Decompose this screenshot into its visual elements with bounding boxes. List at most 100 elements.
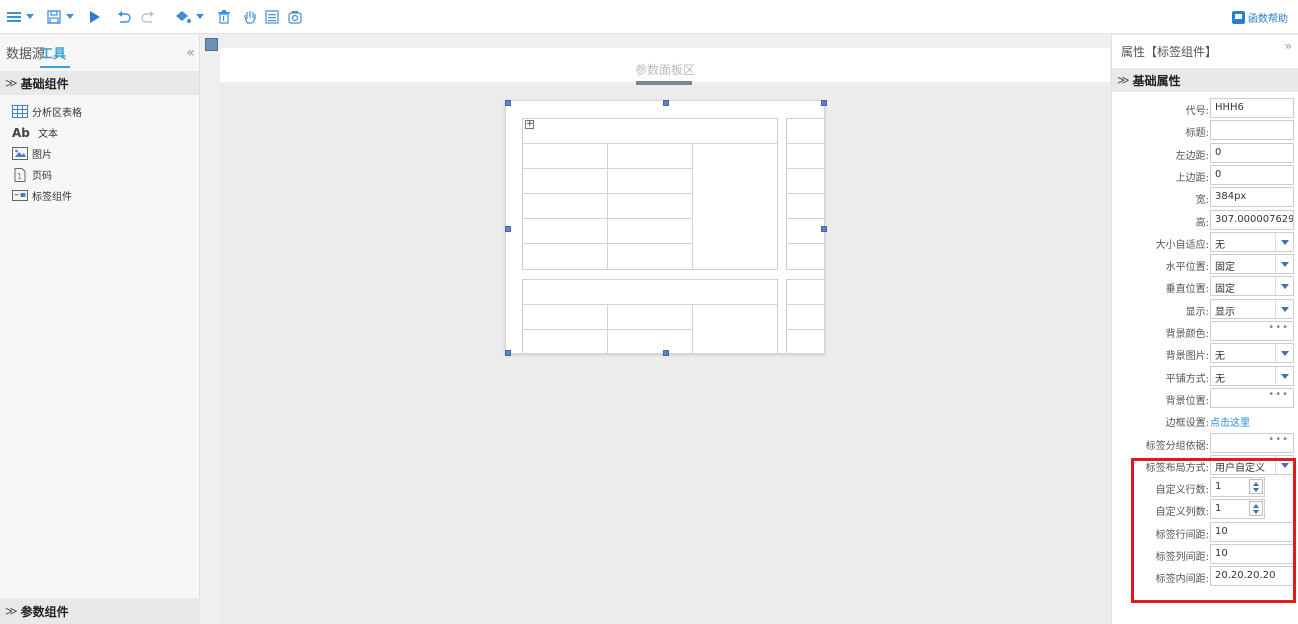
property-select[interactable]: 用户自定义 [1210, 454, 1294, 475]
param-components-header[interactable]: ≫ 参数组件 [0, 598, 200, 624]
redo-icon[interactable] [140, 9, 156, 25]
property-input[interactable] [1210, 120, 1294, 141]
tab-cell[interactable] [522, 279, 778, 353]
chevron-down-icon[interactable] [1275, 344, 1293, 363]
grid-line [522, 304, 778, 305]
svg-text:1: 1 [17, 172, 22, 181]
chevron-down-icon[interactable] [1275, 299, 1293, 318]
property-row: 左边距: 0 [1112, 142, 1298, 164]
property-value: 固定 [1215, 262, 1235, 274]
property-row: 上边距: 0 [1112, 164, 1298, 186]
resize-handle-top[interactable] [663, 100, 669, 106]
menu-icon[interactable] [6, 9, 22, 25]
component-page-number[interactable]: 1 页码 [0, 164, 199, 185]
property-picker[interactable]: ••• [1210, 432, 1294, 453]
active-tab-indicator [40, 66, 70, 68]
hand-icon[interactable] [242, 9, 258, 25]
property-picker[interactable]: ••• [1210, 387, 1294, 408]
tab-cell[interactable] [786, 279, 824, 353]
property-row: 平铺方式: 无 [1112, 365, 1298, 387]
property-input[interactable]: HHH6 [1210, 98, 1294, 118]
property-input[interactable]: 10 [1210, 544, 1294, 564]
grid-line [786, 304, 824, 305]
tab-cell[interactable] [786, 118, 824, 270]
resize-handle-right[interactable] [821, 226, 827, 232]
fill-icon[interactable] [174, 9, 192, 25]
run-icon[interactable] [86, 9, 102, 25]
property-row: 标签列间距: 10 [1112, 544, 1298, 565]
save-dropdown-caret[interactable] [66, 14, 74, 19]
collapse-right-icon[interactable]: » [1285, 39, 1292, 53]
help-icon [1232, 10, 1245, 24]
property-select[interactable]: 显示 [1210, 298, 1294, 319]
property-row: 大小自适应: 无 [1112, 231, 1298, 253]
chevron-down-icon[interactable] [1275, 255, 1293, 274]
resize-handle-top-right[interactable] [821, 100, 827, 106]
save-icon[interactable] [46, 9, 62, 25]
resize-handle-top-left[interactable] [505, 100, 511, 106]
basic-props-header[interactable]: ≫ 基础属性 [1112, 68, 1298, 92]
left-tabs: 数据源 工具 « [0, 35, 199, 71]
property-select[interactable]: 无 [1210, 231, 1294, 252]
resize-handle-bottom[interactable] [663, 350, 669, 356]
canvas-settings-icon[interactable] [205, 38, 218, 51]
tab-component-canvas[interactable]: + [505, 100, 825, 354]
property-spinner[interactable]: 1 [1210, 499, 1265, 520]
property-select[interactable]: 无 [1210, 343, 1294, 364]
property-value: 10 [1215, 525, 1228, 537]
property-select[interactable]: 无 [1210, 365, 1294, 386]
property-row: 标题: [1112, 120, 1298, 141]
property-value: 307.0000076293 [1215, 213, 1294, 225]
property-picker[interactable]: ••• [1210, 321, 1294, 341]
spinner-arrows-icon[interactable] [1249, 479, 1263, 495]
spinner-arrows-icon[interactable] [1249, 501, 1263, 517]
property-label: 背景位置: [1165, 395, 1209, 407]
form-icon[interactable] [264, 9, 280, 25]
menu-dropdown-caret[interactable] [26, 14, 34, 19]
property-input[interactable]: 307.0000076293 [1210, 209, 1294, 230]
component-tab-label: 标签组件 [32, 192, 72, 203]
properties-panel: 属性【标签组件】 » ≫ 基础属性 代号: HHH6 标题: 左边距: 0 上边距: 0 宽:… [1111, 35, 1298, 624]
property-input[interactable]: 0 [1210, 164, 1294, 185]
property-input[interactable]: 0 [1210, 142, 1294, 163]
property-label: 显示: [1185, 306, 1209, 318]
component-text[interactable]: Ab 文本 [0, 122, 199, 143]
fill-dropdown-caret[interactable] [196, 14, 204, 19]
resize-handle-left[interactable] [505, 226, 511, 232]
function-help-label: 函数帮助 [1248, 13, 1288, 25]
property-input[interactable]: 10 [1210, 521, 1294, 542]
component-list: 分析区表格 Ab 文本 图片 1 页码 标签组件 [0, 95, 199, 206]
preview-icon[interactable] [287, 9, 303, 25]
chevron-down-icon[interactable] [1275, 455, 1293, 474]
undo-icon[interactable] [116, 9, 132, 25]
property-spinner[interactable]: 1 [1210, 477, 1265, 498]
delete-icon[interactable] [216, 9, 232, 25]
property-select[interactable]: 固定 [1210, 276, 1294, 297]
property-select[interactable]: 固定 [1210, 254, 1294, 275]
chevron-down-icon[interactable] [1275, 232, 1293, 251]
param-panel-area[interactable]: 参数面板区 [220, 48, 1110, 82]
basic-components-header[interactable]: ≫ 基础组件 [0, 71, 199, 95]
tab-component-icon [12, 189, 28, 202]
more-options-icon[interactable]: ••• [1268, 389, 1289, 400]
chevron-down-icon[interactable] [1275, 366, 1293, 385]
grid-line [786, 329, 824, 330]
collapse-left-icon[interactable]: « [186, 45, 195, 61]
properties-title: 属性【标签组件】 [1121, 45, 1218, 59]
chevron-down-icon[interactable] [1275, 277, 1293, 296]
border-settings-link[interactable]: 点击这里 [1210, 414, 1250, 429]
function-help-button[interactable]: 函数帮助 [1232, 9, 1288, 25]
resize-handle-bottom-left[interactable] [505, 350, 511, 356]
property-row: 宽: 384px [1112, 187, 1298, 208]
more-options-icon[interactable]: ••• [1268, 322, 1289, 333]
tab-tools[interactable]: 工具 [40, 43, 66, 62]
property-input[interactable]: 20.20.20.20 [1210, 566, 1294, 587]
component-image[interactable]: 图片 [0, 143, 199, 164]
component-tab[interactable]: 标签组件 [0, 185, 199, 206]
more-options-icon[interactable]: ••• [1268, 434, 1289, 445]
property-input[interactable]: 384px [1210, 187, 1294, 208]
tab-cell[interactable] [522, 118, 778, 270]
component-page-number-label: 页码 [32, 171, 52, 182]
property-label: 垂直位置: [1165, 284, 1209, 296]
component-table[interactable]: 分析区表格 [0, 101, 199, 122]
